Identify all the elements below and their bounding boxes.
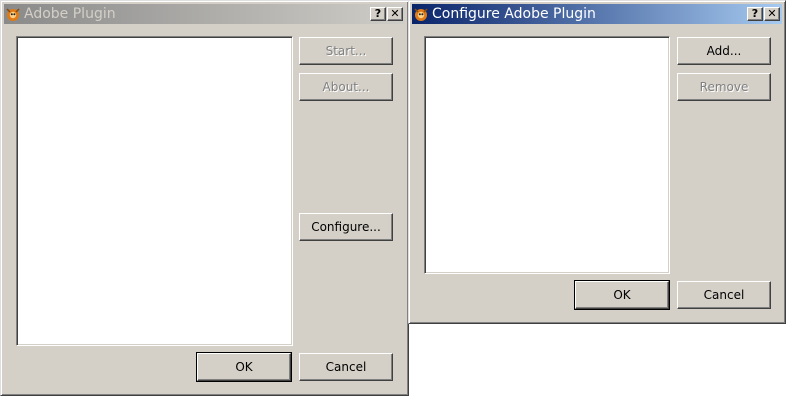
plugin-list[interactable] xyxy=(16,36,293,346)
close-button[interactable]: ✕ xyxy=(387,7,403,21)
adobe-plugin-titlebar[interactable]: Adobe Plugin ? ✕ xyxy=(4,4,405,24)
about-button[interactable]: About... xyxy=(299,73,393,101)
start-button[interactable]: Start... xyxy=(299,37,393,65)
ok-button[interactable]: OK xyxy=(196,352,292,382)
ok-button[interactable]: OK xyxy=(574,280,670,310)
adobe-plugin-dialog: Adobe Plugin ? ✕ Start... About... Confi… xyxy=(0,0,409,396)
configure-button[interactable]: Configure... xyxy=(299,213,393,241)
cancel-button[interactable]: Cancel xyxy=(299,353,393,381)
remove-button[interactable]: Remove xyxy=(677,73,771,101)
gimp-icon xyxy=(5,6,21,22)
add-button[interactable]: Add... xyxy=(677,37,771,65)
help-button[interactable]: ? xyxy=(370,7,386,21)
close-button[interactable]: ✕ xyxy=(764,7,780,21)
cancel-button[interactable]: Cancel xyxy=(677,281,771,309)
configure-titlebar[interactable]: Configure Adobe Plugin ? ✕ xyxy=(412,4,782,24)
dialog-title: Adobe Plugin xyxy=(24,6,116,22)
help-button[interactable]: ? xyxy=(747,7,763,21)
dialog-title: Configure Adobe Plugin xyxy=(432,6,596,22)
gimp-icon xyxy=(413,6,429,22)
configure-adobe-plugin-dialog: Configure Adobe Plugin ? ✕ Add... Remove… xyxy=(408,0,786,324)
plugin-directory-list[interactable] xyxy=(424,36,670,274)
